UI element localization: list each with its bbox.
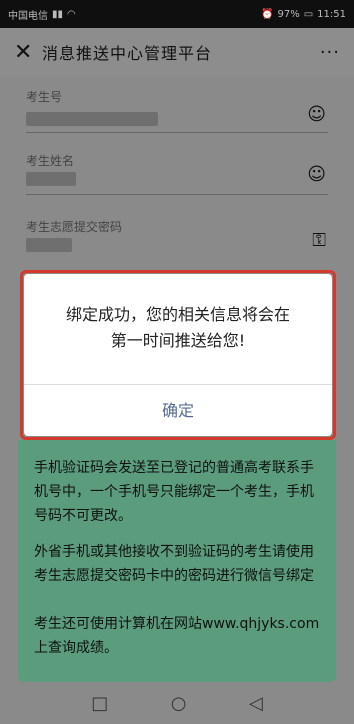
more-icon[interactable]: ···	[320, 42, 340, 63]
name-value-redacted	[26, 172, 76, 186]
wifi-icon: ◠	[67, 8, 76, 20]
field-underline	[26, 132, 328, 133]
status-bar: 中国电信 ▮▮ ◠ ⏰ 97% ▭ 11:51	[0, 0, 354, 28]
confirm-button[interactable]: 确定	[24, 386, 332, 436]
face-icon[interactable]: ☺	[307, 164, 326, 185]
name-label: 考生姓名	[26, 154, 75, 168]
info-paragraph-2: 外省手机或其他接收不到验证码的考生请使用考生志愿提交密码卡中的密码进行微信号绑定	[34, 544, 314, 584]
face-icon[interactable]: ☺	[307, 104, 326, 125]
exam-no-field[interactable]: 考生号 ☺	[26, 88, 328, 133]
nav-bar: □ ○ ◁	[0, 682, 354, 724]
success-dialog: 绑定成功，您的相关信息将会在 第一时间推送给您! 确定	[24, 274, 332, 436]
time-label: 11:51	[317, 8, 346, 20]
password-value-redacted	[26, 238, 72, 252]
dialog-divider	[24, 384, 332, 385]
close-icon[interactable]: ✕	[14, 40, 42, 65]
dialog-message-line1: 绑定成功，您的相关信息将会在	[65, 305, 290, 324]
home-icon[interactable]: ○	[171, 693, 187, 714]
exam-no-value-redacted	[26, 112, 158, 126]
page-title: 消息推送中心管理平台	[42, 44, 213, 63]
info-paragraph-3: 考生还可使用计算机在网站www.qhjyks.com上查询成绩。	[34, 616, 320, 656]
password-field[interactable]: 考生志愿提交密码 ⚿	[26, 218, 328, 252]
signal-icon: ▮▮	[52, 8, 64, 20]
dialog-message: 绑定成功，您的相关信息将会在 第一时间推送给您!	[24, 302, 332, 354]
dialog-message-line2: 第一时间推送给您!	[110, 331, 246, 350]
back-icon[interactable]: ◁	[249, 693, 263, 714]
key-icon[interactable]: ⚿	[312, 230, 326, 251]
title-bar: ✕ 消息推送中心管理平台 ···	[0, 28, 354, 76]
exam-no-label: 考生号	[26, 90, 63, 104]
carrier-label: 中国电信	[8, 10, 48, 22]
info-paragraph-1: 手机验证码会发送至已登记的普通高考联系手机号中，一个手机号只能绑定一个考生，手机…	[34, 460, 314, 524]
field-underline	[26, 194, 328, 195]
battery-icon: ▭	[303, 8, 314, 20]
password-label: 考生志愿提交密码	[26, 220, 123, 234]
alarm-icon: ⏰	[261, 8, 274, 20]
name-field[interactable]: 考生姓名 ☺	[26, 152, 328, 195]
info-panel: 手机验证码会发送至已登记的普通高考联系手机号中，一个手机号只能绑定一个考生，手机…	[18, 440, 336, 682]
recent-apps-icon[interactable]: □	[91, 693, 108, 714]
battery-label: 97%	[277, 8, 300, 20]
